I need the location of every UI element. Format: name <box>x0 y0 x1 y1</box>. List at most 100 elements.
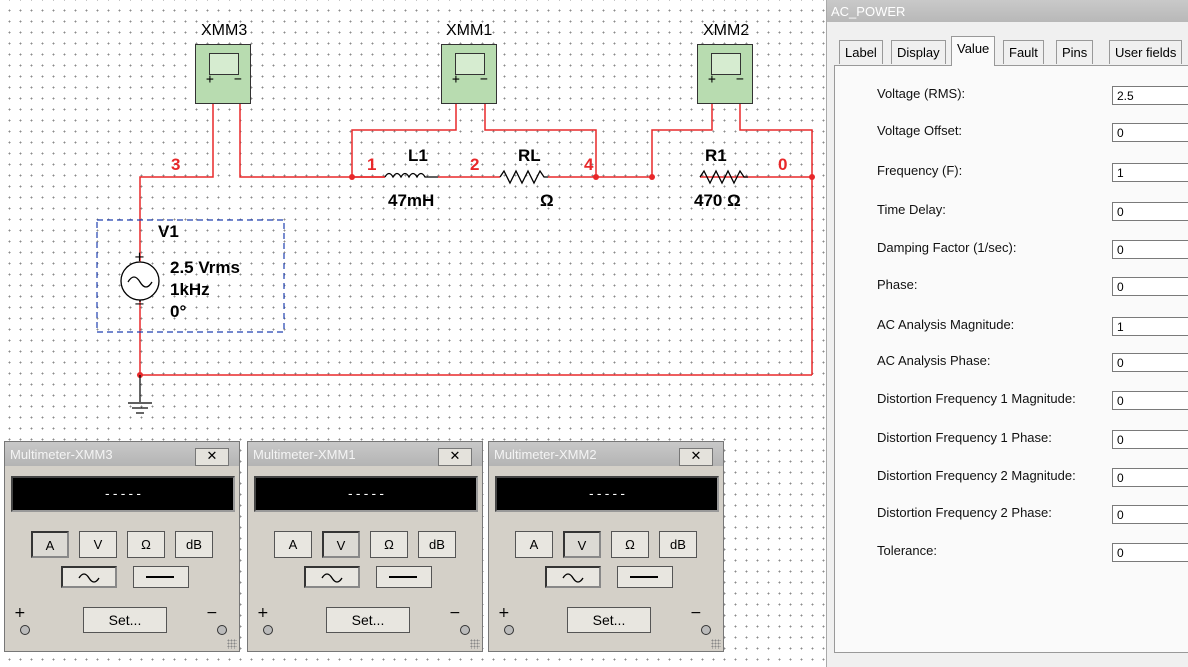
distortion-freq2-magnitude-field[interactable] <box>1112 468 1188 487</box>
v1-frequency: 1kHz <box>170 280 210 299</box>
schematic-canvas[interactable]: + − + − + − + − XMM3 XMM1 XMM2 3 1 2 4 0… <box>0 0 826 667</box>
phase-label: Phase: <box>877 277 918 292</box>
ac-analysis-phase-field[interactable] <box>1112 353 1188 372</box>
ohmmeter-button[interactable]: Ω <box>611 531 649 558</box>
close-icon[interactable]: ✕ <box>195 448 229 466</box>
rl-name: RL <box>518 146 541 165</box>
multimeter-xmm3-window[interactable]: Multimeter-XMM3 ✕ ----- A V Ω dB + − Set… <box>4 441 240 652</box>
ammeter-button[interactable]: A <box>274 531 312 558</box>
set-button[interactable]: Set... <box>326 607 410 633</box>
meter-display: ----- <box>495 476 719 512</box>
damping-factor-label: Damping Factor (1/sec): <box>877 240 1017 255</box>
distortion-freq1-magnitude-field[interactable] <box>1112 391 1188 410</box>
plus-terminal-icon[interactable] <box>263 625 273 635</box>
resize-grip-icon[interactable] <box>470 639 480 649</box>
r1-value: 470 Ω <box>694 191 741 210</box>
ac-analysis-phase-label: AC Analysis Phase: <box>877 353 991 368</box>
tab-display[interactable]: Display <box>891 40 946 64</box>
ohmmeter-button[interactable]: Ω <box>370 531 408 558</box>
l1-value: 47mH <box>388 191 435 210</box>
phase-field[interactable] <box>1112 277 1188 296</box>
node-label-4: 4 <box>584 155 594 174</box>
voltage-rms-field[interactable] <box>1112 86 1188 105</box>
tab-value[interactable]: Value <box>951 36 996 66</box>
ac-analysis-magnitude-label: AC Analysis Magnitude: <box>877 317 1015 332</box>
ground-symbol <box>128 375 152 414</box>
time-delay-field[interactable] <box>1112 202 1188 221</box>
xmm3-meter-icon[interactable]: + − <box>195 44 251 104</box>
xmm1-meter-icon[interactable]: + − <box>441 44 497 104</box>
tolerance-field[interactable] <box>1112 543 1188 562</box>
ac-mode-button[interactable] <box>61 566 117 588</box>
voltmeter-button[interactable]: V <box>79 531 117 558</box>
frequency-field[interactable] <box>1112 163 1188 182</box>
set-button[interactable]: Set... <box>83 607 167 633</box>
minus-terminal-icon[interactable] <box>701 625 711 635</box>
resistor-rl-symbol <box>499 169 548 185</box>
minus-terminal-icon[interactable] <box>217 625 227 635</box>
ac-mode-button[interactable] <box>304 566 360 588</box>
ac-analysis-magnitude-field[interactable] <box>1112 317 1188 336</box>
ohmmeter-button[interactable]: Ω <box>127 531 165 558</box>
resize-grip-icon[interactable] <box>227 639 237 649</box>
wire-xmm2-minus <box>739 103 813 375</box>
voltmeter-button[interactable]: V <box>563 531 601 558</box>
distortion-freq1-phase-field[interactable] <box>1112 430 1188 449</box>
node-label-3: 3 <box>171 155 181 174</box>
rl-value: Ω <box>540 191 554 210</box>
decibel-button[interactable]: dB <box>175 531 213 558</box>
xmm2-meter-icon[interactable]: + − <box>697 44 753 104</box>
voltmeter-button[interactable]: V <box>322 531 360 558</box>
resize-grip-icon[interactable] <box>711 639 721 649</box>
minus-terminal-icon[interactable] <box>460 625 470 635</box>
tab-label[interactable]: Label <box>839 40 883 64</box>
dc-mode-button[interactable] <box>617 566 673 588</box>
plus-terminal-icon[interactable] <box>20 625 30 635</box>
plus-terminal-label: + <box>14 605 26 621</box>
time-delay-label: Time Delay: <box>877 202 946 217</box>
distortion-freq2-magnitude-label: Distortion Frequency 2 Magnitude: <box>877 468 1076 483</box>
dialog-title: AC_POWER <box>831 4 906 19</box>
dc-mode-button[interactable] <box>376 566 432 588</box>
ac-mode-button[interactable] <box>545 566 601 588</box>
minus-terminal-label: − <box>690 605 702 621</box>
frequency-label: Frequency (F): <box>877 163 963 178</box>
ammeter-button[interactable]: A <box>31 531 69 558</box>
node-label-2: 2 <box>470 155 480 174</box>
decibel-button[interactable]: dB <box>418 531 456 558</box>
dc-line-icon <box>630 576 658 578</box>
set-button[interactable]: Set... <box>567 607 651 633</box>
node-label-1: 1 <box>367 155 377 174</box>
v1-name: V1 <box>158 222 179 241</box>
xmm3-label: XMM3 <box>201 22 248 39</box>
tolerance-label: Tolerance: <box>877 543 937 558</box>
wire-xmm2-plus <box>651 103 713 177</box>
tab-user-fields[interactable]: User fields <box>1109 40 1183 64</box>
xmm1-label: XMM1 <box>446 22 493 39</box>
close-icon[interactable]: ✕ <box>679 448 713 466</box>
distortion-freq2-phase-field[interactable] <box>1112 505 1188 524</box>
tab-pins[interactable]: Pins <box>1056 40 1094 64</box>
dc-mode-button[interactable] <box>133 566 189 588</box>
plus-terminal-label: + <box>257 605 269 621</box>
close-icon[interactable]: ✕ <box>438 448 472 466</box>
multimeter-xmm2-window[interactable]: Multimeter-XMM2 ✕ ----- A V Ω dB + − Set… <box>488 441 724 652</box>
decibel-button[interactable]: dB <box>659 531 697 558</box>
voltage-rms-label: Voltage (RMS): <box>877 86 966 101</box>
svg-text:+: + <box>134 250 145 265</box>
multimeter-xmm1-window[interactable]: Multimeter-XMM1 ✕ ----- A V Ω dB + − Set… <box>247 441 483 652</box>
plus-terminal-icon[interactable] <box>504 625 514 635</box>
v1-phase: 0° <box>170 302 187 321</box>
dc-line-icon <box>389 576 417 578</box>
svg-text:−: − <box>134 297 145 312</box>
tab-fault[interactable]: Fault <box>1003 40 1044 64</box>
plus-terminal-label: + <box>498 605 510 621</box>
voltage-offset-field[interactable] <box>1112 123 1188 142</box>
damping-factor-field[interactable] <box>1112 240 1188 259</box>
sine-wave-icon <box>562 573 584 583</box>
ammeter-button[interactable]: A <box>515 531 553 558</box>
window-title: Multimeter-XMM3 <box>10 447 113 462</box>
l1-name: L1 <box>408 146 428 165</box>
meter-reading: ----- <box>103 487 143 502</box>
dialog-titlebar[interactable]: AC_POWER <box>827 0 1188 22</box>
